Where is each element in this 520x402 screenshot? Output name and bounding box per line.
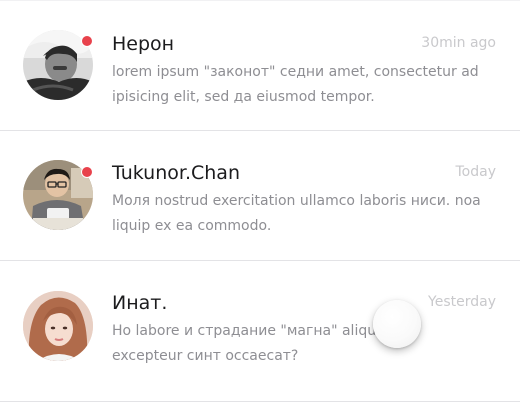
timestamp: Yesterday	[428, 294, 496, 310]
message-preview-line: Моля nostrud exercitation ullamco labori…	[112, 193, 481, 209]
message-preview-line: excepteur синт оссаесат?	[112, 348, 299, 364]
conversation-item[interactable]: Tukunor.Chan Today Моля nostrud exercita…	[0, 131, 520, 261]
conversation-item[interactable]: Инат. Yesterday Но labore и страдание "м…	[0, 261, 520, 402]
floating-action-button[interactable]	[373, 300, 421, 348]
avatar[interactable]	[23, 291, 93, 361]
contact-name: Tukunor.Chan	[112, 162, 240, 184]
avatar-photo	[23, 291, 93, 361]
timestamp: Today	[455, 164, 497, 180]
message-preview-line: lorem ipsum "законот" седни amet, consec…	[112, 64, 479, 80]
message-preview: lorem ipsum "законот" седни amet, consec…	[112, 60, 504, 110]
message-preview-line: ipisicing elit, sed да eiusmod tempor.	[112, 89, 375, 105]
message-preview: Моля nostrud exercitation ullamco labori…	[112, 189, 504, 239]
conversation-item[interactable]: Нерон 30min ago lorem ipsum "законот" се…	[0, 1, 520, 131]
message-preview-line: Но labore и страдание "магна" aliqua.	[112, 323, 390, 339]
unread-indicator	[81, 166, 93, 178]
timestamp: 30min ago	[421, 35, 496, 51]
contact-name: Нерон	[112, 33, 175, 55]
contact-name: Инат.	[112, 292, 168, 314]
unread-indicator	[81, 35, 93, 47]
message-preview-line: liquip ex ea commodo.	[112, 218, 272, 234]
message-preview: Но labore и страдание "магна" aliqua. ex…	[112, 319, 504, 369]
